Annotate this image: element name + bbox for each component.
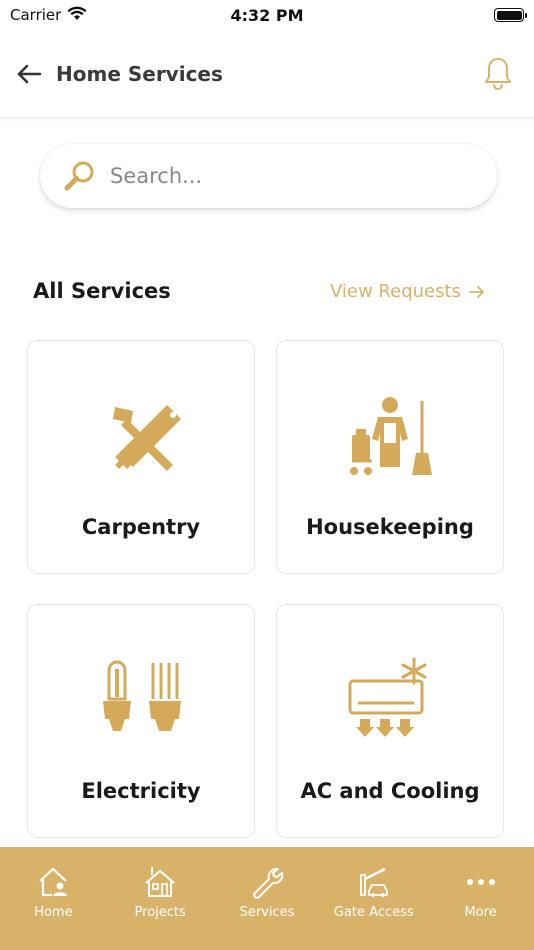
status-bar: Carrier 4:32 PM <box>0 0 534 30</box>
service-card-ac-cooling[interactable]: AC and Cooling <box>276 604 504 838</box>
search-icon <box>64 161 94 191</box>
service-card-housekeeping[interactable]: Housekeeping <box>276 340 504 574</box>
tab-label: Services <box>239 905 295 920</box>
section-title: All Services <box>33 279 171 303</box>
search-input[interactable] <box>110 164 450 188</box>
ac-cooling-icon <box>348 657 427 737</box>
tab-label: More <box>464 905 497 920</box>
bottom-tab-bar: Home Projects Services Gate Access More <box>0 847 534 950</box>
electricity-icon <box>103 660 181 731</box>
view-requests-link[interactable]: View Requests <box>330 281 485 302</box>
carpentry-icon <box>113 405 181 471</box>
more-icon <box>466 879 495 885</box>
page-title: Home Services <box>56 61 223 86</box>
back-button[interactable] <box>14 59 44 89</box>
wifi-icon <box>67 6 87 25</box>
tab-home[interactable]: Home <box>3 865 103 950</box>
service-label: Electricity <box>81 779 201 803</box>
tab-label: Home <box>34 905 73 920</box>
housekeeping-icon <box>350 397 432 475</box>
notifications-button[interactable] <box>482 56 514 92</box>
service-card-carpentry[interactable]: Carpentry <box>27 340 255 574</box>
projects-icon <box>145 867 175 897</box>
service-card-electricity[interactable]: Electricity <box>27 604 255 838</box>
service-label: AC and Cooling <box>300 779 480 803</box>
gate-access-icon <box>359 867 388 897</box>
service-label: Carpentry <box>81 515 201 539</box>
tab-projects[interactable]: Projects <box>110 865 210 950</box>
wrench-icon <box>253 867 284 899</box>
tab-more[interactable]: More <box>431 865 531 950</box>
tab-gate-access[interactable]: Gate Access <box>324 865 424 950</box>
status-left: Carrier <box>10 6 87 25</box>
arrow-right-icon <box>469 285 484 298</box>
home-icon <box>39 867 68 897</box>
arrow-left-icon <box>17 64 42 83</box>
bell-icon <box>485 58 511 91</box>
header: Home Services <box>0 30 534 118</box>
battery-icon <box>494 8 527 22</box>
tab-services[interactable]: Services <box>217 865 317 950</box>
tab-label: Projects <box>134 905 186 920</box>
service-label: Housekeeping <box>306 515 474 539</box>
view-requests-label: View Requests <box>330 281 461 302</box>
carrier-label: Carrier <box>10 6 62 24</box>
tab-label: Gate Access <box>333 905 414 920</box>
search-bar[interactable] <box>40 144 497 208</box>
